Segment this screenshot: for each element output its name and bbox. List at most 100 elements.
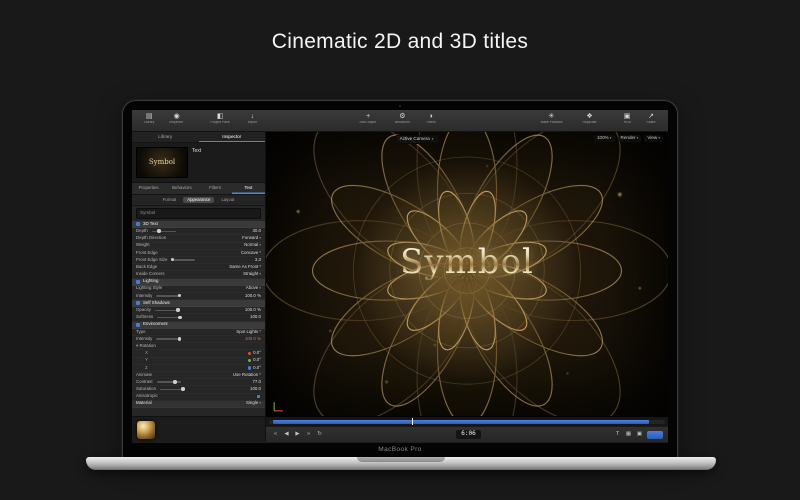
canvas-header-menu[interactable]: View ▾ [644, 135, 663, 142]
inspector-tab[interactable]: Text [232, 183, 265, 194]
playhead[interactable] [412, 418, 413, 425]
toolbar-button[interactable]: ↓ Import [241, 113, 263, 127]
text-content-field[interactable]: Symbol [136, 208, 261, 219]
text-subtab[interactable]: Appearance [183, 197, 214, 204]
transport-left-group: « ◀ ▶ » ↻ [271, 432, 324, 438]
param-slider[interactable] [156, 295, 180, 297]
param-value[interactable]: 100.0 % [245, 294, 261, 299]
transport-button[interactable]: ▶ [293, 432, 302, 438]
param-label: Material [136, 401, 152, 406]
toolbar-button[interactable]: + Add Object [351, 113, 385, 127]
inspector-tab[interactable]: Behaviors [165, 183, 198, 194]
inspector-tab-bar: Properties Behaviors Filters Text [132, 183, 265, 195]
toolbar-button[interactable]: ✳ Make Particles [530, 113, 573, 127]
param-row[interactable]: Rotation ▾ [132, 343, 265, 350]
param-value[interactable]: 100.0 [250, 387, 261, 392]
slider-knob[interactable] [181, 387, 184, 390]
inspector-tab[interactable]: Filters [199, 183, 232, 194]
transport-button[interactable]: T [613, 432, 622, 438]
param-value[interactable]: 30.0 [252, 229, 261, 234]
toolbar-button[interactable]: ↗ Share [640, 113, 662, 127]
param-value[interactable]: Spot Lights [236, 330, 258, 335]
param-checkbox[interactable] [136, 280, 140, 284]
timeline-track[interactable] [269, 420, 665, 424]
param-slider[interactable] [157, 317, 181, 319]
param-slider[interactable] [160, 389, 184, 391]
param-slider[interactable] [155, 310, 179, 312]
slider-knob[interactable] [173, 380, 176, 383]
param-checkbox[interactable] [136, 323, 140, 327]
param-checkbox[interactable] [136, 222, 140, 226]
toolbar-button[interactable]: ◧ Project Pane [201, 113, 239, 127]
param-checkbox[interactable] [136, 301, 140, 305]
slider-knob[interactable] [171, 258, 174, 261]
object-thumbnail[interactable]: Symbol [136, 147, 188, 178]
param-row[interactable]: Front Edge Concave ▾ [132, 250, 265, 257]
param-value[interactable]: Same As Front [229, 265, 258, 270]
toolbar-button[interactable]: ◑ Filters [420, 113, 442, 127]
pane-tab[interactable]: Library [132, 132, 199, 142]
slider-knob[interactable] [178, 294, 181, 297]
param-value[interactable]: Straight [243, 272, 258, 277]
param-row[interactable]: Lighting Style Above ▾ [132, 286, 265, 293]
param-value[interactable]: 100.0 % [245, 337, 261, 342]
param-row[interactable]: Material Single ▾ [132, 401, 265, 408]
param-slider[interactable] [157, 381, 181, 383]
canvas-header-menu[interactable]: 100% ▾ [594, 135, 615, 142]
param-slider[interactable] [156, 338, 180, 340]
mini-timeline[interactable] [266, 416, 668, 426]
param-value[interactable]: 77.0 [252, 380, 261, 385]
slider-knob[interactable] [157, 229, 160, 232]
param-row[interactable]: Type Spot Lights ▾ [132, 329, 265, 336]
param-value[interactable]: Forward [242, 236, 258, 241]
pane-tab[interactable]: Inspector [199, 132, 266, 142]
param-row[interactable]: Environment ▾ [132, 322, 265, 329]
toolbar-button[interactable]: ▣ HUD [616, 113, 638, 127]
material-preview[interactable] [137, 421, 155, 439]
canvas-viewport[interactable]: Symbol Active Camera ▾ 100% ▾ [266, 132, 668, 416]
text-subtab[interactable]: Format [159, 197, 181, 204]
param-value[interactable]: 100.0 [250, 315, 261, 320]
timeline-range-bar[interactable] [273, 420, 649, 424]
toolbar-button[interactable]: ❖ Replicate [575, 113, 604, 127]
transport-button[interactable]: ↻ [315, 432, 324, 438]
param-row[interactable]: X 0.0° ▾ [132, 350, 265, 357]
param-value[interactable]: 100.0 % [245, 308, 261, 313]
param-slider[interactable] [171, 259, 195, 261]
transport-button[interactable]: ▣ [635, 432, 644, 438]
param-row[interactable]: Weight Normal ▾ [132, 243, 265, 250]
param-row[interactable]: Z 0.0° ▾ [132, 365, 265, 372]
param-checkbox[interactable] [256, 394, 261, 399]
param-row[interactable]: 3D Text ▾ [132, 221, 265, 228]
slider-knob[interactable] [176, 308, 179, 311]
canvas-header-menu[interactable]: Render ▾ [618, 135, 642, 142]
param-slider[interactable] [152, 231, 176, 233]
canvas-title-text[interactable]: Symbol [266, 245, 668, 281]
slider-knob[interactable] [178, 316, 181, 319]
camera-menu[interactable]: Active Camera ▾ [395, 135, 439, 144]
param-value[interactable]: Use Rotation [233, 373, 258, 378]
inspector-tab[interactable]: Properties [132, 183, 165, 194]
param-value[interactable]: 3.3 [255, 258, 261, 263]
param-value[interactable]: 0.0° [253, 358, 261, 363]
param-label: Depth [136, 229, 148, 234]
param-value[interactable]: Single [246, 401, 258, 406]
param-value[interactable]: Concave [241, 251, 258, 256]
playback-region-button[interactable] [647, 431, 663, 439]
param-row[interactable]: Intensity 100.0 % ▾ [132, 293, 265, 300]
transport-button[interactable]: ▦ [624, 432, 633, 438]
toolbar-button[interactable]: ▤ Library [138, 113, 160, 127]
toolbar-button[interactable]: ◉ Inspector [162, 113, 191, 127]
transport-button[interactable]: » [304, 432, 313, 438]
param-row[interactable]: Y 0.0° ▾ [132, 358, 265, 365]
toolbar-button[interactable]: ⚙ Behaviors [387, 113, 418, 127]
param-value[interactable]: 0.0° [253, 366, 261, 371]
slider-knob[interactable] [178, 337, 181, 340]
transport-button[interactable]: ◀ [282, 432, 291, 438]
param-value[interactable]: Above [246, 286, 258, 291]
text-subtab[interactable]: Layout [217, 197, 238, 204]
param-value[interactable]: 0.0° [253, 351, 261, 356]
popup-chevron-icon: ▾ [259, 373, 261, 377]
param-value[interactable]: Normal [244, 243, 258, 248]
transport-button[interactable]: « [271, 432, 280, 438]
